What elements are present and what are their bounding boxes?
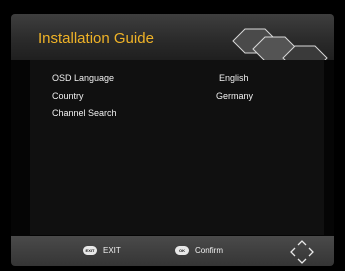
confirm-label: Confirm — [195, 246, 224, 255]
hexagon-decoration-icon — [232, 28, 328, 60]
page-title: Installation Guide — [38, 30, 154, 47]
ok-key-icon: OK — [175, 246, 189, 255]
setting-label: Country — [52, 91, 84, 101]
exit-label: EXIT — [103, 246, 121, 255]
setting-label: OSD Language — [52, 73, 115, 83]
navigation-arrows-icon — [290, 240, 314, 264]
setting-label: Channel Search — [52, 108, 117, 118]
exit-key-icon: EXIT — [83, 246, 97, 255]
confirm-hint[interactable]: OK Confirm — [175, 244, 223, 257]
setting-value: Germany — [216, 91, 254, 101]
footer-bar — [11, 236, 334, 266]
settings-panel — [30, 60, 324, 235]
setting-value: English — [219, 73, 249, 83]
exit-hint[interactable]: EXIT EXIT — [83, 244, 121, 257]
